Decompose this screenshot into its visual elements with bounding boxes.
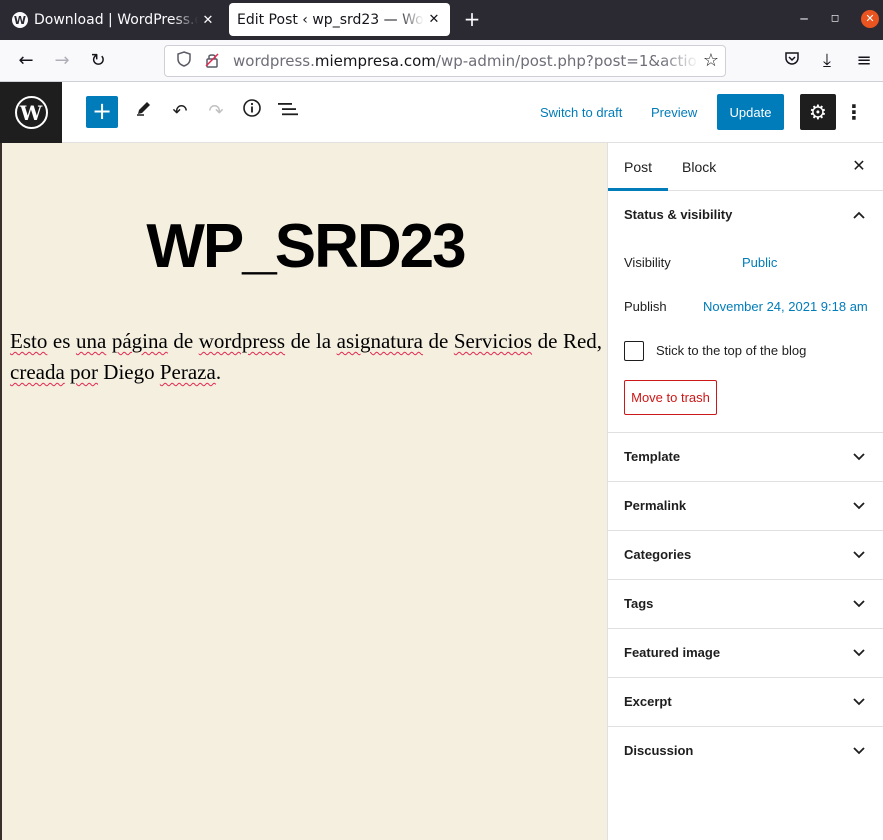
chevron-down-icon — [850, 580, 868, 628]
chevron-up-icon — [850, 191, 868, 239]
editor-canvas[interactable]: WP_SRD23 Esto es una página de wordpress… — [0, 143, 607, 840]
chevron-down-icon — [850, 678, 868, 726]
misspelled-word: creada — [10, 360, 65, 384]
url-path: /wp-admin/post.php?post=1&action=edit — [435, 52, 699, 70]
tab-post[interactable]: Post — [608, 143, 669, 191]
misspelled-word: asignatura — [336, 329, 423, 353]
new-tab-button[interactable]: + — [462, 8, 482, 32]
redo-icon[interactable]: ↷ — [202, 98, 230, 126]
chevron-down-icon — [850, 433, 868, 481]
panel-title: Excerpt — [624, 694, 672, 709]
preview-button[interactable]: Preview — [651, 82, 697, 143]
panel-title: Permalink — [624, 498, 687, 513]
list-view-icon[interactable] — [274, 98, 302, 126]
shield-icon[interactable] — [173, 51, 195, 71]
categories-panel[interactable]: Categories — [608, 531, 883, 580]
chevron-down-icon — [850, 629, 868, 677]
discussion-panel[interactable]: Discussion — [608, 727, 883, 776]
sidebar-tabs: Post Block ✕ — [608, 143, 883, 191]
browser-tab-download[interactable]: W Download | WordPress.org ✕ — [0, 0, 224, 40]
featured-image-panel[interactable]: Featured image — [608, 629, 883, 678]
details-info-icon[interactable] — [238, 98, 266, 126]
misspelled-word: por — [70, 360, 99, 384]
panel-title: Featured image — [624, 645, 721, 660]
chevron-down-icon — [850, 727, 868, 775]
visibility-value-button[interactable]: Public — [742, 255, 777, 270]
insecure-lock-icon[interactable] — [201, 52, 223, 71]
panel-title: Tags — [624, 596, 654, 611]
paragraph-text: de la — [285, 329, 337, 353]
paragraph-text: . — [215, 360, 222, 384]
browser-navigation-bar: ← → ↻ wordpress.miempresa.com/wp-admin/p… — [0, 40, 883, 82]
misspelled-word: Esto — [10, 329, 48, 353]
settings-sidebar: Post Block ✕ Status & visibility Visibil… — [607, 143, 883, 840]
pencil-tools-icon[interactable] — [130, 98, 158, 126]
settings-gear-icon[interactable]: ⚙ — [800, 94, 836, 130]
misspelled-word: página — [111, 329, 168, 353]
publish-label: Publish — [624, 299, 667, 314]
panel-title: Template — [624, 449, 681, 464]
excerpt-panel[interactable]: Excerpt — [608, 678, 883, 727]
url-text[interactable]: wordpress.miempresa.com/wp-admin/post.ph… — [233, 52, 699, 70]
close-icon[interactable]: ✕ — [198, 13, 218, 28]
add-block-button[interactable]: + — [86, 96, 118, 128]
close-sidebar-icon[interactable]: ✕ — [848, 156, 870, 178]
wordpress-icon: W — [12, 12, 28, 28]
status-visibility-toggle[interactable]: Status & visibility — [624, 191, 868, 239]
misspelled-word: Peraza — [159, 360, 216, 384]
browser-tab-edit-post[interactable]: Edit Post ‹ wp_srd23 — WordPress ✕ — [229, 3, 450, 36]
paragraph-text: de Red, — [532, 329, 603, 353]
publish-date-button[interactable]: November 24, 2021 9:18 am — [703, 299, 868, 314]
status-visibility-panel: Status & visibility Visibility Public Pu… — [608, 191, 883, 433]
wordpress-logo-icon: W — [14, 96, 48, 129]
forward-arrow-icon[interactable]: → — [50, 49, 74, 73]
paragraph-text: es — [47, 329, 76, 353]
tags-panel[interactable]: Tags — [608, 580, 883, 629]
close-icon[interactable]: ✕ — [424, 12, 444, 27]
switch-to-draft-button[interactable]: Switch to draft — [540, 82, 622, 143]
address-bar[interactable]: wordpress.miempresa.com/wp-admin/post.ph… — [164, 45, 726, 77]
panel-title: Categories — [624, 547, 692, 562]
post-paragraph[interactable]: Esto es una página de wordpress de la as… — [10, 326, 602, 388]
misspelled-word: una — [75, 329, 107, 353]
template-panel[interactable]: Template — [608, 433, 883, 482]
pocket-icon[interactable] — [780, 49, 804, 73]
misspelled-word: wordpress — [198, 329, 286, 353]
update-button[interactable]: Update — [717, 94, 784, 130]
editor-header: W + ↶ ↷ Switch to draft Preview Update ⚙… — [0, 82, 883, 143]
tab-title: Edit Post ‹ wp_srd23 — WordPress — [237, 11, 424, 28]
url-domain-prefix: wordpress. — [233, 52, 315, 70]
panel-title: Status & visibility — [624, 207, 733, 222]
post-title[interactable]: WP_SRD23 — [2, 211, 609, 282]
chevron-down-icon — [850, 531, 868, 579]
wordpress-logo-button[interactable]: W — [0, 82, 62, 143]
misspelled-word: Servicios — [453, 329, 533, 353]
visibility-label: Visibility — [624, 255, 671, 270]
paragraph-text: de — [422, 329, 454, 353]
undo-icon[interactable]: ↶ — [166, 98, 194, 126]
chevron-down-icon — [850, 482, 868, 530]
hamburger-menu-icon[interactable]: ≡ — [852, 49, 876, 73]
move-to-trash-button[interactable]: Move to trash — [624, 380, 717, 415]
minimize-icon[interactable]: ─ — [795, 10, 813, 28]
sticky-checkbox[interactable] — [624, 341, 644, 361]
reload-icon[interactable]: ↻ — [86, 49, 110, 73]
permalink-panel[interactable]: Permalink — [608, 482, 883, 531]
tab-block[interactable]: Block — [666, 143, 732, 191]
more-options-icon[interactable]: ⋮ — [844, 96, 864, 128]
sticky-label[interactable]: Stick to the top of the blog — [656, 343, 806, 358]
browser-tab-bar: W Download | WordPress.org ✕ Edit Post ‹… — [0, 0, 883, 40]
window-close-icon[interactable]: ✕ — [861, 10, 879, 28]
tab-title: Download | WordPress.org — [34, 12, 198, 28]
downloads-icon[interactable]: ⤓ — [815, 49, 839, 73]
paragraph-text: de — [167, 329, 199, 353]
url-domain: miempresa.com — [314, 52, 436, 70]
back-arrow-icon[interactable]: ← — [14, 49, 38, 73]
paragraph-text: Diego — [98, 360, 160, 384]
panel-title: Discussion — [624, 743, 694, 758]
maximize-icon[interactable]: ◻ — [826, 10, 844, 28]
bookmark-star-icon[interactable]: ☆ — [703, 50, 719, 71]
